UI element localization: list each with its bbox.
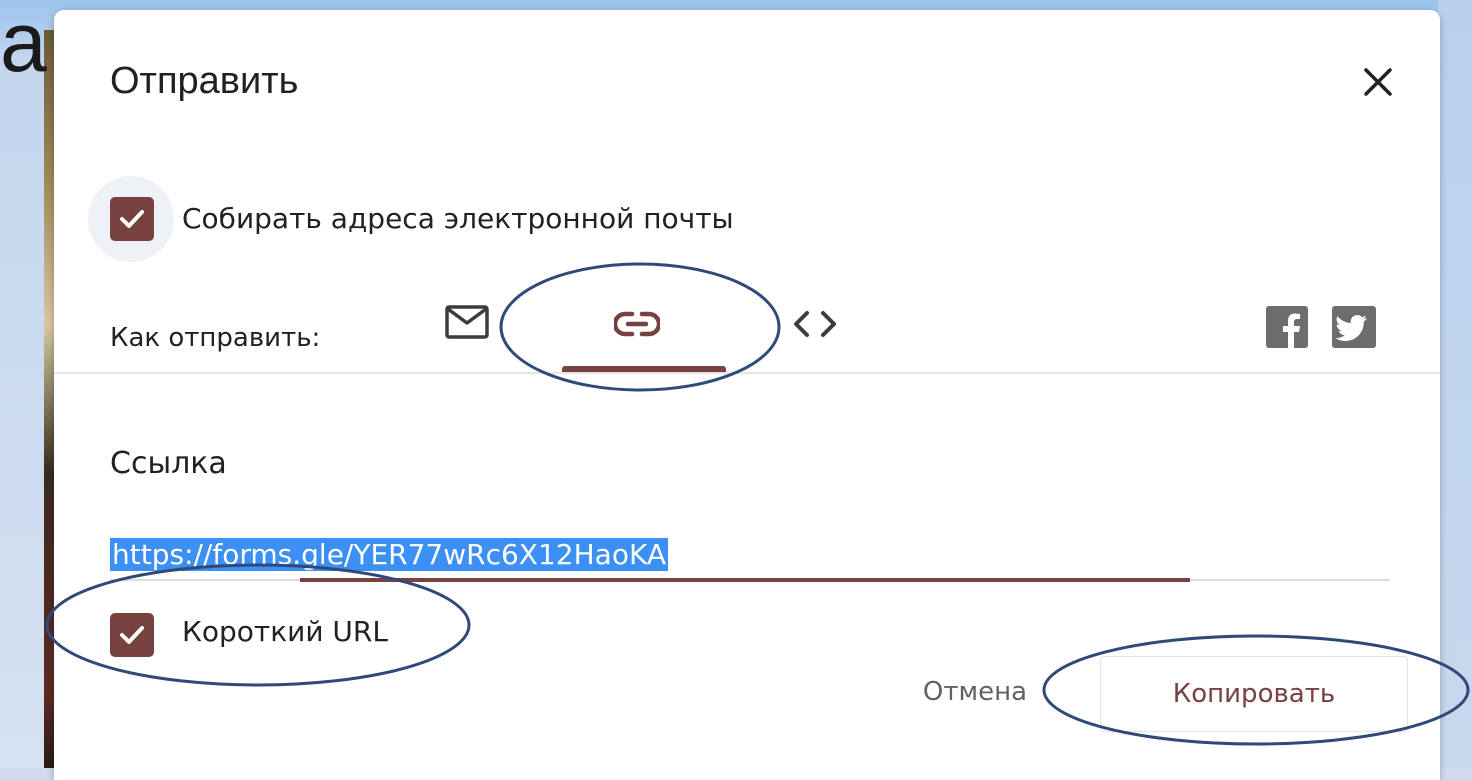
collect-emails-checkbox[interactable] xyxy=(110,197,154,241)
close-button[interactable] xyxy=(1352,56,1404,108)
slide-edge xyxy=(1438,0,1472,768)
link-section-heading: Ссылка xyxy=(110,446,227,481)
cancel-button[interactable]: Отмена xyxy=(900,664,1050,720)
send-via-label: Как отправить: xyxy=(110,323,321,353)
check-icon xyxy=(120,626,144,644)
short-link-field[interactable]: https://forms.gle/YER77wRc6X12HaoKA xyxy=(110,532,1390,582)
slide-partial-text: а xyxy=(0,0,47,89)
send-email-tab[interactable] xyxy=(442,302,492,342)
twitter-icon xyxy=(1332,306,1376,348)
send-dialog: Отправить Собирать адреса электронной по… xyxy=(54,10,1440,780)
mail-icon xyxy=(445,305,489,339)
link-icon xyxy=(614,311,660,337)
short-url-checkbox[interactable] xyxy=(110,613,154,657)
copy-button[interactable]: Копировать xyxy=(1100,656,1408,732)
collect-emails-label: Собирать адреса электронной почты xyxy=(182,202,734,235)
short-url-label: Короткий URL xyxy=(182,615,388,648)
facebook-icon xyxy=(1266,306,1308,348)
check-icon xyxy=(120,210,144,228)
share-twitter-button[interactable] xyxy=(1332,306,1376,348)
send-link-tab[interactable] xyxy=(612,308,662,340)
send-embed-tab[interactable] xyxy=(790,306,840,342)
share-facebook-button[interactable] xyxy=(1266,306,1308,348)
short-link-text[interactable]: https://forms.gle/YER77wRc6X12HaoKA xyxy=(110,538,668,571)
tabs-divider xyxy=(54,372,1440,374)
link-field-focus-underline xyxy=(300,578,1190,582)
embed-code-icon xyxy=(794,311,836,337)
dialog-title: Отправить xyxy=(110,60,299,102)
close-icon xyxy=(1364,68,1392,96)
